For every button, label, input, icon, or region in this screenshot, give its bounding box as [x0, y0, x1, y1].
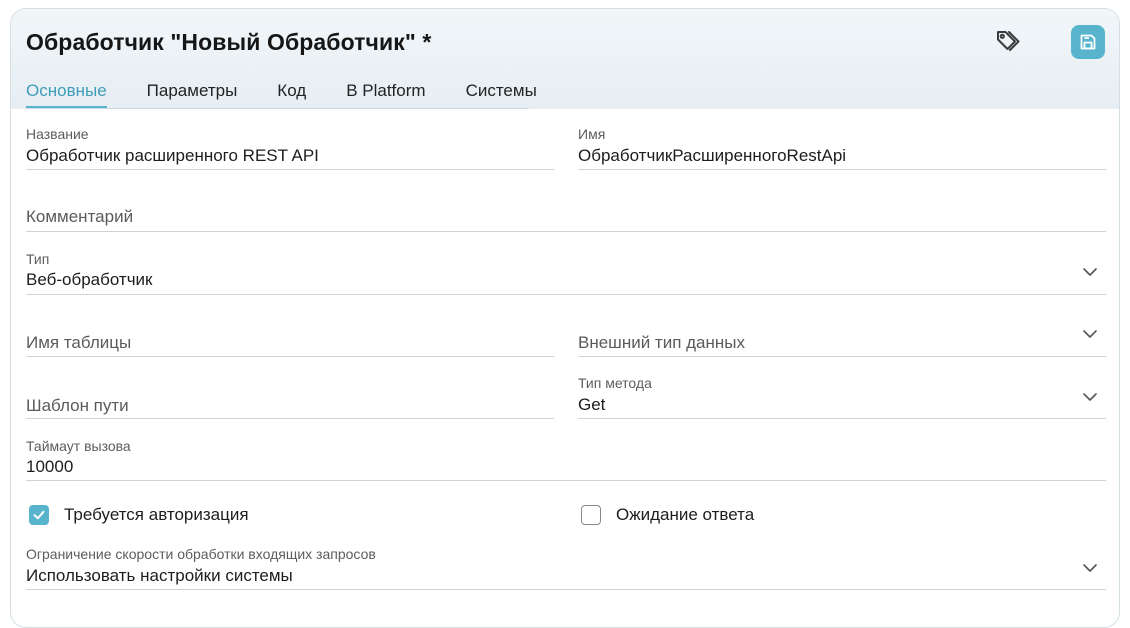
method-type-value: Get	[578, 395, 606, 414]
auth-required-label: Требуется авторизация	[64, 505, 249, 524]
tags-icon	[997, 31, 1020, 51]
name-label: Название	[26, 126, 89, 142]
checkbox-unchecked[interactable]	[581, 505, 601, 525]
table-name-field[interactable]: Имя таблицы	[26, 309, 554, 357]
card-header: Обработчик "Новый Обработчик" * Основные…	[11, 9, 1119, 109]
table-name-placeholder: Имя таблицы	[26, 333, 132, 352]
save-icon	[1080, 34, 1096, 50]
method-type-label: Тип метода	[578, 375, 652, 391]
chevron-down-icon	[1083, 268, 1097, 276]
id-name-value: ОбработчикРасширенногоRestApi	[578, 146, 847, 165]
comment-placeholder: Комментарий	[26, 207, 134, 226]
id-name-field[interactable]: Имя ОбработчикРасширенногоRestApi	[578, 119, 1106, 170]
tab-code[interactable]: Код	[277, 79, 306, 109]
rate-limit-select[interactable]: Ограничение скорости обработки входящих …	[26, 542, 1106, 590]
rate-limit-label: Ограничение скорости обработки входящих …	[26, 546, 376, 562]
checkmark-icon	[33, 510, 45, 520]
auth-required-checkbox[interactable]: Требуется авторизация	[29, 505, 249, 525]
comment-field[interactable]: Комментарий	[26, 189, 1106, 232]
name-value: Обработчик расширенного REST API	[26, 146, 319, 165]
type-select[interactable]: Тип Веб-обработчик	[26, 247, 1106, 295]
path-template-field[interactable]: Шаблон пути	[26, 371, 554, 419]
chevron-down-icon	[1083, 393, 1097, 401]
path-template-placeholder: Шаблон пути	[26, 396, 129, 415]
tab-parameters[interactable]: Параметры	[147, 79, 238, 109]
save-button[interactable]	[1071, 25, 1105, 59]
checkbox-checked[interactable]	[29, 505, 49, 525]
handler-card: Обработчик "Новый Обработчик" * Основные…	[10, 8, 1120, 628]
timeout-label: Таймаут вызова	[26, 438, 131, 454]
id-name-label: Имя	[578, 126, 606, 142]
type-label: Тип	[26, 251, 50, 267]
external-type-placeholder: Внешний тип данных	[578, 333, 746, 352]
tab-bar: Основные Параметры Код В Platform Систем…	[26, 79, 577, 109]
tab-systems[interactable]: Системы	[466, 79, 537, 109]
tab-main[interactable]: Основные	[26, 79, 107, 109]
external-type-select[interactable]: Внешний тип данных	[578, 309, 1106, 357]
chevron-down-icon	[1083, 330, 1097, 338]
method-type-select[interactable]: Тип метода Get	[578, 371, 1106, 419]
timeout-value: 10000	[26, 457, 74, 476]
name-field[interactable]: Название Обработчик расширенного REST AP…	[26, 119, 554, 170]
rate-limit-value: Использовать настройки системы	[26, 566, 293, 585]
page-title: Обработчик "Новый Обработчик" *	[26, 29, 432, 55]
type-value: Веб-обработчик	[26, 270, 153, 289]
tabs-divider	[26, 108, 529, 109]
tags-button[interactable]	[991, 24, 1025, 58]
timeout-field[interactable]: Таймаут вызова 10000	[26, 435, 1106, 481]
chevron-down-icon	[1083, 564, 1097, 572]
wait-response-checkbox[interactable]: Ожидание ответа	[581, 505, 754, 525]
wait-response-label: Ожидание ответа	[616, 505, 755, 524]
tab-in-platform[interactable]: В Platform	[346, 79, 425, 109]
